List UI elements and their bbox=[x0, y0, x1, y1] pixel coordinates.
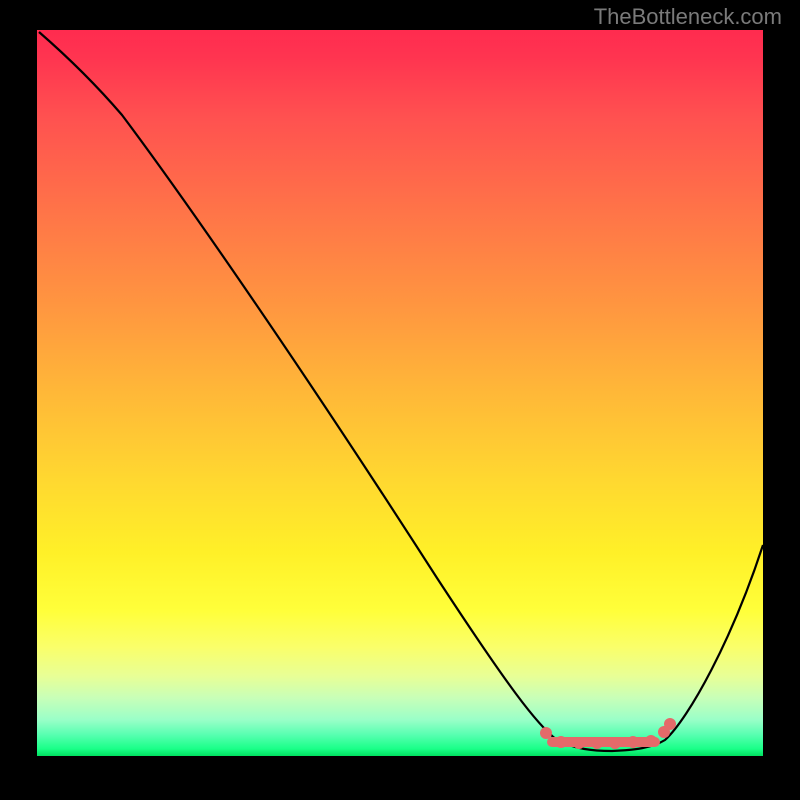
marker-dot bbox=[540, 727, 552, 739]
marker-dot bbox=[645, 735, 657, 747]
marker-dot bbox=[664, 718, 676, 730]
chart-background-gradient bbox=[37, 30, 763, 756]
marker-dot bbox=[658, 726, 670, 738]
marker-dot bbox=[555, 736, 567, 748]
bottleneck-curve bbox=[39, 32, 763, 751]
marker-dot bbox=[573, 737, 585, 749]
chart-svg bbox=[37, 30, 763, 756]
marker-dot bbox=[609, 737, 621, 749]
marker-dot bbox=[591, 737, 603, 749]
chart-plot-area bbox=[37, 30, 763, 756]
marker-dot bbox=[627, 736, 639, 748]
watermark-text: TheBottleneck.com bbox=[594, 4, 782, 30]
